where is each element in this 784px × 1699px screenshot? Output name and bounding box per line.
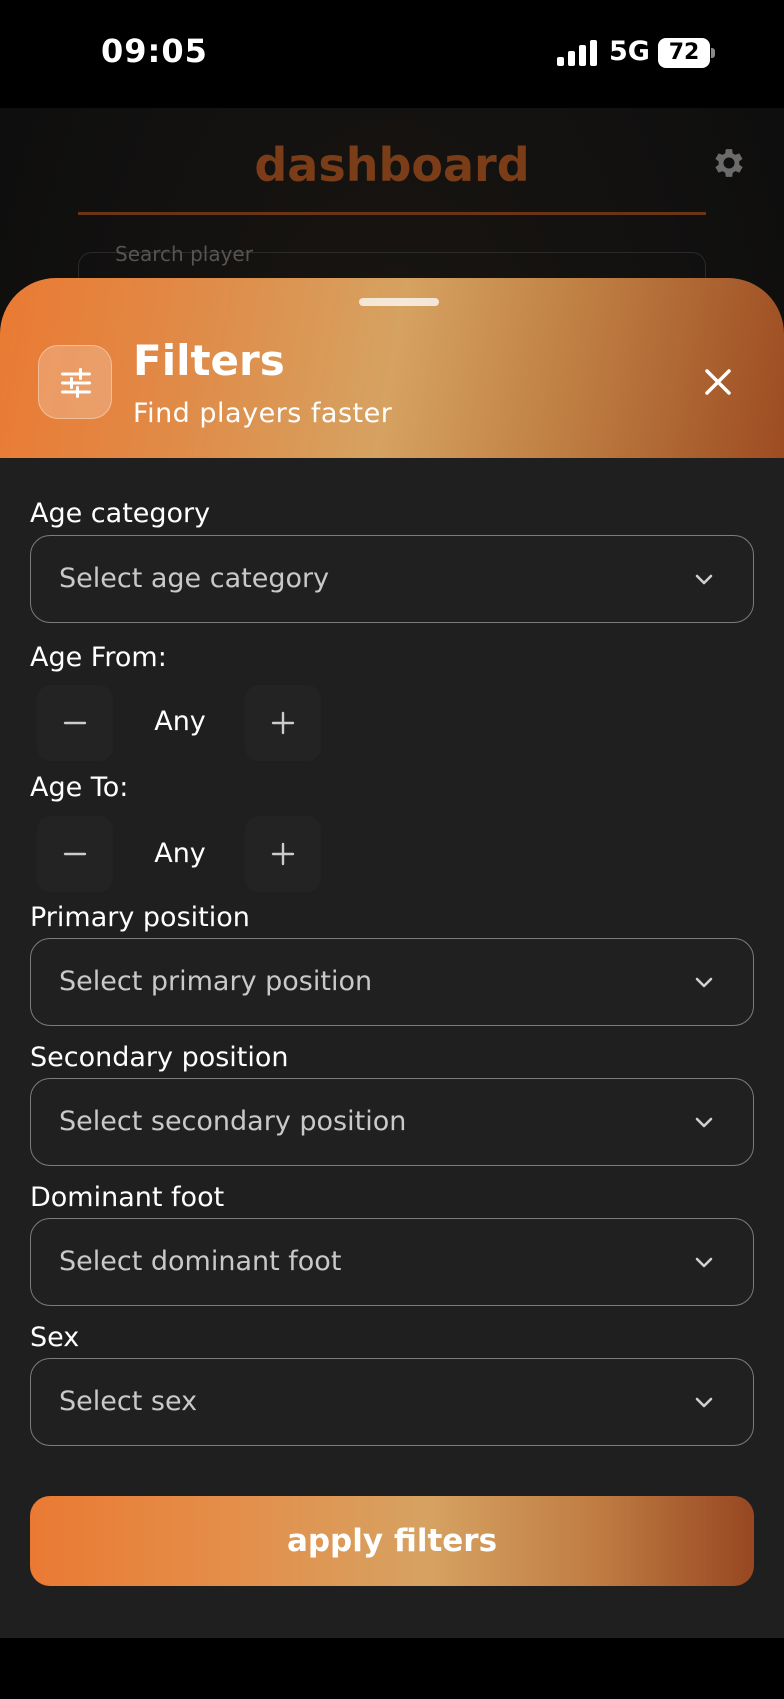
- divider: [78, 212, 706, 215]
- status-bar: 09:05 5G 72: [0, 0, 784, 108]
- chevron-down-icon: [695, 1257, 713, 1268]
- age-from-value: Any: [154, 706, 206, 737]
- chevron-down-icon: [695, 1397, 713, 1408]
- chevron-down-icon: [695, 1117, 713, 1128]
- age-category-select[interactable]: Select age category: [30, 535, 754, 623]
- sheet-subtitle: Find players faster: [133, 398, 393, 429]
- primary-position-label: Primary position: [30, 902, 250, 933]
- age-from-increment-button[interactable]: [245, 685, 321, 761]
- sex-placeholder: Select sex: [59, 1386, 198, 1417]
- chevron-down-icon: [695, 977, 713, 988]
- age-category-label: Age category: [30, 498, 211, 529]
- age-to-value: Any: [154, 838, 206, 869]
- close-icon[interactable]: [698, 362, 738, 402]
- apply-filters-button[interactable]: apply filters: [30, 1496, 754, 1586]
- battery-level: 72: [668, 40, 700, 65]
- battery-icon: 72: [658, 38, 715, 68]
- primary-position-placeholder: Select primary position: [59, 966, 373, 997]
- minus-icon: [63, 852, 87, 856]
- home-indicator-area: [0, 1638, 784, 1699]
- dashboard-title: dashboard: [254, 138, 530, 192]
- sex-select[interactable]: Select sex: [30, 1358, 754, 1446]
- filter-sliders-icon: [38, 345, 112, 419]
- search-placeholder: Search player: [115, 242, 253, 266]
- filters-sheet: Filters Find players faster Age category…: [0, 278, 784, 1638]
- minus-icon: [63, 721, 87, 725]
- primary-position-select[interactable]: Select primary position: [30, 938, 754, 1026]
- age-to-increment-button[interactable]: [245, 816, 321, 892]
- network-type: 5G: [609, 36, 650, 67]
- age-to-decrement-button[interactable]: [37, 816, 113, 892]
- secondary-position-label: Secondary position: [30, 1042, 289, 1073]
- dominant-foot-label: Dominant foot: [30, 1182, 225, 1213]
- plus-icon: [271, 711, 295, 735]
- sheet-header: Filters Find players faster: [0, 278, 784, 458]
- status-time: 09:05: [101, 32, 208, 70]
- gear-icon: [710, 144, 748, 182]
- sheet-title: Filters: [133, 336, 285, 385]
- plus-icon: [271, 842, 295, 866]
- drag-handle[interactable]: [359, 298, 439, 306]
- secondary-position-placeholder: Select secondary position: [59, 1106, 407, 1137]
- age-to-label: Age To:: [30, 772, 129, 803]
- signal-icon: [557, 40, 597, 66]
- dominant-foot-placeholder: Select dominant foot: [59, 1246, 342, 1277]
- age-from-decrement-button[interactable]: [37, 685, 113, 761]
- sex-label: Sex: [30, 1322, 80, 1353]
- chevron-down-icon: [695, 574, 713, 585]
- age-category-placeholder: Select age category: [59, 563, 330, 594]
- dominant-foot-select[interactable]: Select dominant foot: [30, 1218, 754, 1306]
- secondary-position-select[interactable]: Select secondary position: [30, 1078, 754, 1166]
- age-from-label: Age From:: [30, 642, 167, 673]
